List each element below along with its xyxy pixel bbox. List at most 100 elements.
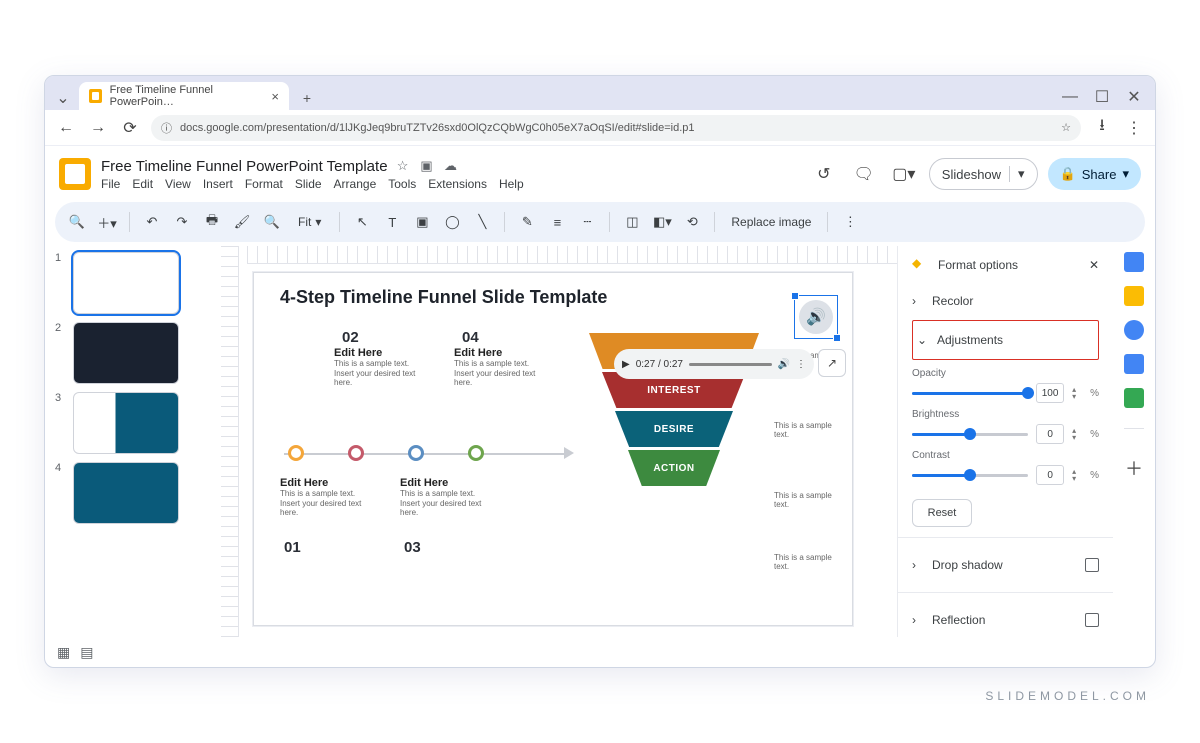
meet-icon[interactable]: ▢▾ [889, 159, 919, 189]
search-menu-icon[interactable]: 🔍 [65, 210, 89, 234]
history-icon[interactable]: ↺ [809, 159, 839, 189]
drop-shadow-section[interactable]: ›Drop shadow [912, 548, 1099, 582]
reload-icon[interactable]: ⟳ [119, 117, 141, 139]
tasks-icon[interactable] [1124, 320, 1144, 340]
thumbnail-1[interactable] [73, 252, 179, 314]
brightness-slider[interactable]: 0 ▴▾ % [912, 424, 1099, 444]
move-icon[interactable]: ▣ [418, 157, 436, 175]
menu-extensions[interactable]: Extensions [428, 177, 487, 191]
tl-num-03[interactable]: 03 [404, 539, 421, 556]
tl-label-03[interactable]: Edit HereThis is a sample text. Insert y… [400, 477, 490, 518]
border-color-icon[interactable]: ✎ [515, 210, 539, 234]
menu-view[interactable]: View [165, 177, 191, 191]
speaker-icon[interactable]: 🔊 [799, 300, 833, 334]
address-bar[interactable]: ⓘ docs.google.com/presentation/d/1lJKgJe… [151, 115, 1081, 141]
audio-object-selected[interactable]: 🔊 [794, 295, 838, 339]
downloads-icon[interactable]: ⭳ [1091, 117, 1113, 139]
grid-view-icon[interactable]: ▦ [57, 644, 70, 661]
reset-button[interactable]: Reset [912, 499, 972, 527]
funnel-step-4[interactable]: ACTION [628, 450, 720, 486]
border-dash-icon[interactable]: ┄ [575, 210, 599, 234]
funnel-side-4[interactable]: This is a sample text. [774, 553, 844, 571]
menu-format[interactable]: Format [245, 177, 283, 191]
timeline-node-3[interactable] [408, 445, 424, 461]
contrast-stepper[interactable]: ▴▾ [1072, 468, 1082, 482]
brightness-value[interactable]: 0 [1036, 424, 1064, 444]
shape-icon[interactable]: ◯ [440, 210, 464, 234]
zoom-fit-dropdown[interactable]: Fit ▾ [290, 215, 329, 229]
adjustments-section[interactable]: ⌄Adjustments [917, 323, 1094, 357]
thumbnail-4[interactable] [73, 462, 179, 524]
tab-search-icon[interactable]: ⌄ [53, 86, 73, 110]
reflection-checkbox[interactable] [1085, 613, 1099, 627]
funnel-side-2[interactable]: This is a sample text. [774, 421, 844, 439]
tl-label-01[interactable]: Edit HereThis is a sample text. Insert y… [280, 477, 370, 518]
window-minimize-icon[interactable]: — [1057, 84, 1083, 110]
opacity-slider[interactable]: 100 ▴▾ % [912, 383, 1099, 403]
image-icon[interactable]: ▣ [410, 210, 434, 234]
new-slide-icon[interactable]: ＋▾ [95, 210, 119, 234]
speaker-notes-icon[interactable]: ▤ [80, 644, 93, 661]
tl-label-02[interactable]: Edit HereThis is a sample text. Insert y… [334, 347, 424, 388]
border-weight-icon[interactable]: ≡ [545, 210, 569, 234]
slideshow-caret-icon[interactable]: ▾ [1009, 166, 1025, 182]
tl-num-01[interactable]: 01 [284, 539, 301, 556]
popout-icon[interactable]: ↗ [818, 349, 846, 377]
contrast-value[interactable]: 0 [1036, 465, 1064, 485]
tl-num-04[interactable]: 04 [462, 329, 479, 346]
menu-arrange[interactable]: Arrange [334, 177, 377, 191]
slide[interactable]: 4-Step Timeline Funnel Slide Template 02… [253, 272, 853, 626]
print-icon[interactable]: 🖶 [200, 210, 224, 234]
star-icon[interactable]: ☆ [394, 157, 412, 175]
bookmark-icon[interactable]: ☆ [1061, 121, 1071, 134]
document-title[interactable]: Free Timeline Funnel PowerPoint Template [101, 158, 388, 175]
slideshow-button[interactable]: Slideshow ▾ [929, 158, 1038, 190]
play-icon[interactable]: ▶ [622, 359, 630, 370]
player-track[interactable] [689, 363, 772, 366]
site-info-icon[interactable]: ⓘ [161, 120, 172, 136]
crop-icon[interactable]: ◫ [620, 210, 644, 234]
chrome-menu-icon[interactable]: ⋮ [1123, 117, 1145, 139]
menu-file[interactable]: File [101, 177, 120, 191]
new-tab-button[interactable]: + [295, 86, 319, 110]
menu-help[interactable]: Help [499, 177, 524, 191]
player-menu-icon[interactable]: ⋮ [796, 359, 806, 370]
funnel-side-3[interactable]: This is a sample text. [774, 491, 844, 509]
tl-num-02[interactable]: 02 [342, 329, 359, 346]
brightness-stepper[interactable]: ▴▾ [1072, 427, 1082, 441]
zoom-icon[interactable]: 🔍 [260, 210, 284, 234]
tab-close-icon[interactable]: × [271, 89, 279, 104]
cloud-status-icon[interactable]: ☁ [442, 157, 460, 175]
menu-edit[interactable]: Edit [132, 177, 153, 191]
mask-icon[interactable]: ◧▾ [650, 210, 674, 234]
share-button[interactable]: 🔒 Share ▾ [1048, 158, 1141, 190]
recolor-section[interactable]: ›Recolor [912, 284, 1099, 318]
tl-label-04[interactable]: Edit HereThis is a sample text. Insert y… [454, 347, 544, 388]
redo-icon[interactable]: ↷ [170, 210, 194, 234]
maps-icon[interactable] [1124, 388, 1144, 408]
addons-icon[interactable]: ＋ [1125, 455, 1143, 481]
reflection-section[interactable]: ›Reflection [912, 603, 1099, 637]
slide-title[interactable]: 4-Step Timeline Funnel Slide Template [254, 273, 852, 312]
timeline-node-2[interactable] [348, 445, 364, 461]
timeline-node-1[interactable] [288, 445, 304, 461]
window-maximize-icon[interactable]: ☐ [1089, 84, 1115, 110]
funnel-step-3[interactable]: DESIRE [615, 411, 733, 447]
slides-logo-icon[interactable] [59, 158, 91, 190]
drop-shadow-checkbox[interactable] [1085, 558, 1099, 572]
menu-slide[interactable]: Slide [295, 177, 322, 191]
panel-close-icon[interactable]: ✕ [1089, 258, 1099, 272]
select-tool-icon[interactable]: ↖ [350, 210, 374, 234]
back-icon[interactable]: ← [55, 117, 77, 139]
browser-tab[interactable]: Free Timeline Funnel PowerPoin… × [79, 82, 289, 110]
contacts-icon[interactable] [1124, 354, 1144, 374]
canvas[interactable]: 4-Step Timeline Funnel Slide Template 02… [221, 246, 897, 637]
calendar-icon[interactable] [1124, 252, 1144, 272]
contrast-slider[interactable]: 0 ▴▾ % [912, 465, 1099, 485]
more-icon[interactable]: ⋮ [838, 210, 862, 234]
line-icon[interactable]: ╲ [470, 210, 494, 234]
forward-icon[interactable]: → [87, 117, 109, 139]
timeline-node-4[interactable] [468, 445, 484, 461]
opacity-value[interactable]: 100 [1036, 383, 1064, 403]
reset-image-icon[interactable]: ⟲ [680, 210, 704, 234]
